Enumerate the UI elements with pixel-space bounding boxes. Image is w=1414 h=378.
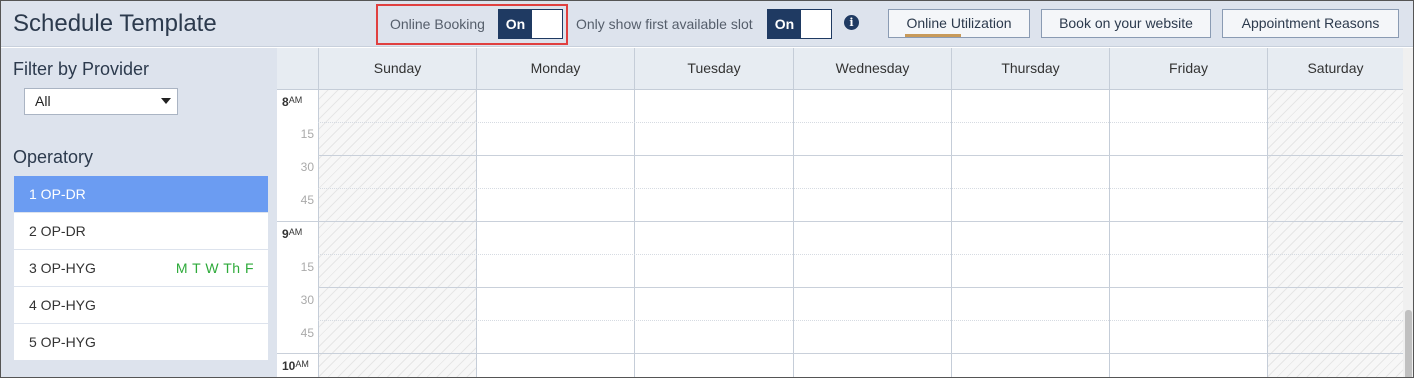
operatory-item-4[interactable]: 4 OP-HYG [14,287,268,324]
book-on-website-button[interactable]: Book on your website [1041,9,1211,38]
online-utilization-button[interactable]: Online Utilization [888,9,1030,38]
operatory-list: 1 OP-DR 2 OP-DR 3 OP-HYG M T W Th F 4 OP… [14,176,268,361]
hour-label-10: 10AM [282,359,309,373]
provider-select[interactable]: All [24,88,178,115]
grid-line-hour [277,353,1403,354]
operatory-days: M T W Th F [175,260,254,276]
day-header-sunday: Sunday [318,48,476,90]
scrollbar-thumb[interactable] [1405,310,1412,377]
info-icon[interactable]: i [844,15,859,30]
day-column-friday[interactable] [1109,90,1267,377]
operatory-item-label: 2 OP-DR [29,223,86,239]
online-booking-toggle-state: On [499,10,532,38]
appointment-reasons-button[interactable]: Appointment Reasons [1222,9,1399,38]
grid-line [318,188,1403,189]
first-slot-toggle-state: On [768,10,801,38]
operatory-title: Operatory [13,147,94,167]
operatory-item-label: 3 OP-HYG [29,260,96,276]
day-column-thursday[interactable] [951,90,1109,377]
grid-line [318,155,1403,156]
calendar-scrollbar[interactable] [1403,48,1413,377]
online-booking-label: Online Booking [390,16,485,32]
provider-select-value: All [35,93,51,109]
day-header-thursday: Thursday [951,48,1109,90]
time-corner [277,48,318,90]
quarter-label-30: 30 [300,160,314,174]
page-title: Schedule Template [13,10,217,37]
time-column: 8AM 15 30 45 9AM 15 30 45 10AM [277,90,318,377]
day-header-wednesday: Wednesday [793,48,951,90]
quarter-label-45: 45 [300,193,314,207]
operatory-item-3[interactable]: 3 OP-HYG M T W Th F [14,250,268,287]
app-frame: Schedule Template Online Booking On Only… [0,0,1414,378]
grid-line [318,320,1403,321]
day-header-monday: Monday [476,48,634,90]
sidebar: Filter by Provider All Operatory 1 OP-DR… [1,48,277,377]
hour-label-9: 9AM [282,227,303,241]
hour-label-8: 8AM [282,95,303,109]
online-booking-toggle[interactable]: On [498,9,563,39]
quarter-label-45: 45 [300,326,314,340]
operatory-item-label: 4 OP-HYG [29,297,96,313]
day-column-saturday[interactable] [1267,90,1403,377]
day-header-friday: Friday [1109,48,1267,90]
first-slot-label: Only show first available slot [576,16,753,32]
day-header-tuesday: Tuesday [634,48,793,90]
filter-provider-title: Filter by Provider [13,59,150,79]
grid-line [318,122,1403,123]
quarter-label-15: 15 [300,260,314,274]
day-column-wednesday[interactable] [793,90,951,377]
day-column-monday[interactable] [476,90,634,377]
quarter-label-15: 15 [300,127,314,141]
first-slot-toggle[interactable]: On [767,9,832,39]
grid-line [318,287,1403,288]
online-utilization-label: Online Utilization [906,15,1012,31]
schedule-calendar: Sunday Monday Tuesday Wednesday Thursday… [277,48,1403,377]
online-utilization-underline [905,34,961,37]
grid-line-hour [277,221,1403,222]
day-column-sunday[interactable] [318,90,476,377]
chevron-down-icon [161,98,171,104]
operatory-item-1[interactable]: 1 OP-DR [14,176,268,213]
day-header-saturday: Saturday [1267,48,1403,90]
day-column-tuesday[interactable] [634,90,793,377]
operatory-item-5[interactable]: 5 OP-HYG [14,324,268,361]
operatory-item-2[interactable]: 2 OP-DR [14,213,268,250]
operatory-item-label: 1 OP-DR [29,186,86,202]
header-bar: Schedule Template Online Booking On Only… [1,1,1413,47]
operatory-item-label: 5 OP-HYG [29,334,96,350]
quarter-label-30: 30 [300,293,314,307]
grid-line [318,254,1403,255]
